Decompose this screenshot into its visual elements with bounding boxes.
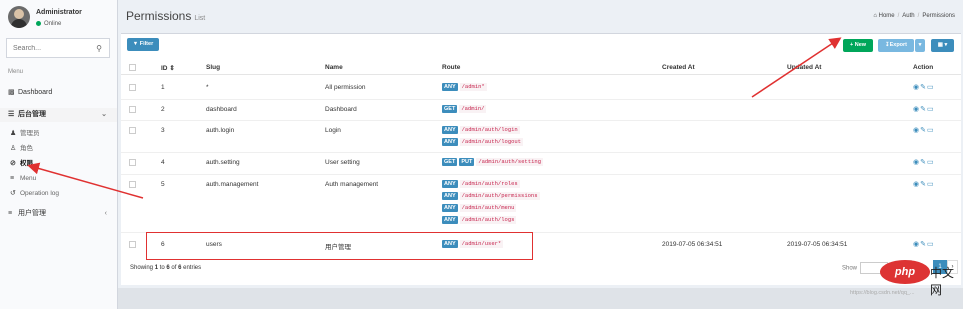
arrow-to-new-button [751,37,842,98]
arrow-to-permissions-menu [27,162,144,199]
annotation-arrows [27,37,842,199]
watermark-url: https://blog.csdn.net/qq_... [850,290,915,296]
php-logo: php [880,260,930,284]
watermark: php 中文网 https://blog.csdn.net/qq_... [850,256,960,300]
watermark-text: 中文网 [930,266,955,297]
